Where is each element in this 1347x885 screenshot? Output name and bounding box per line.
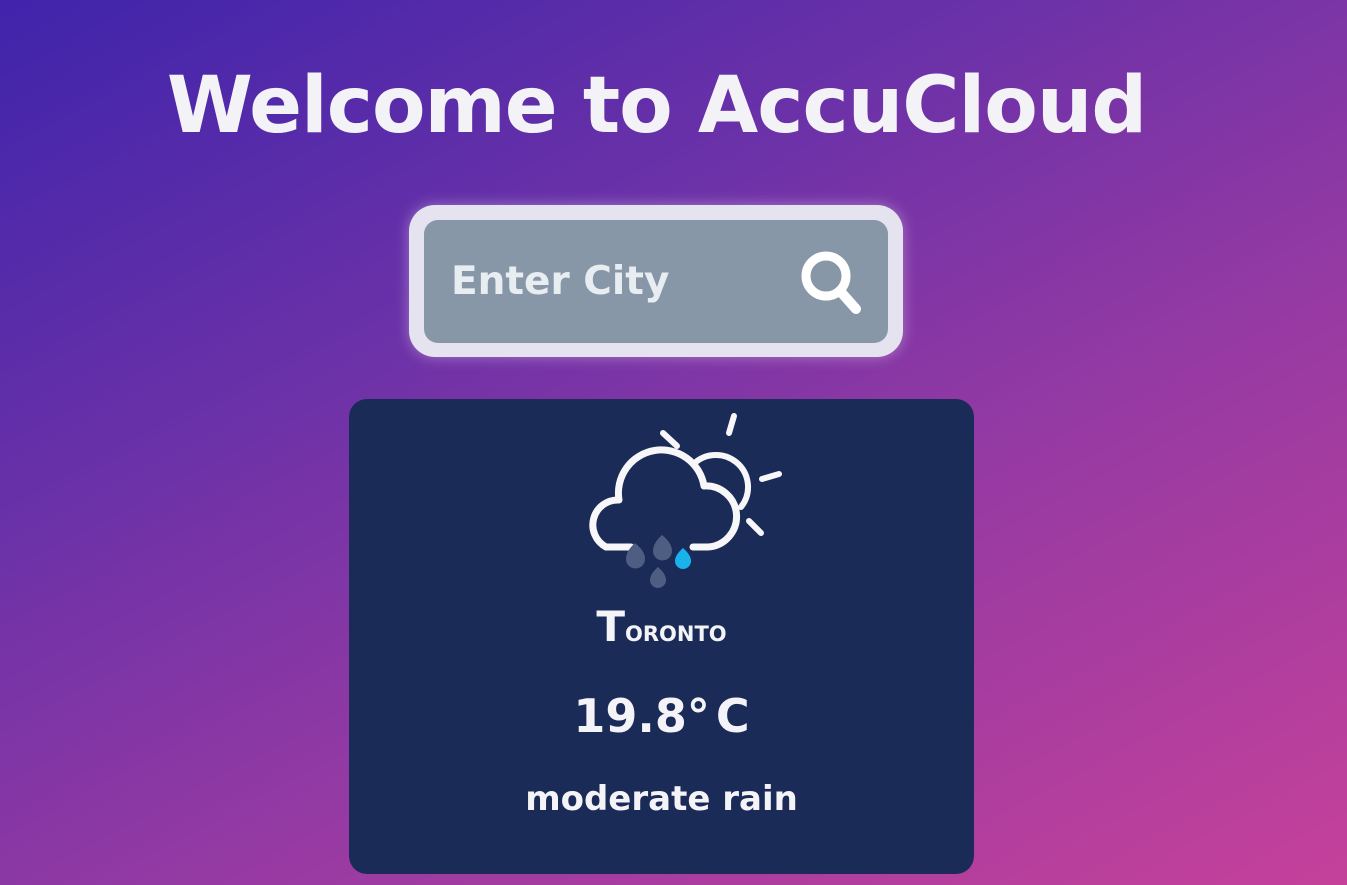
weather-condition: moderate rain [525, 779, 798, 819]
weather-card: Toronto 19.8° C moderate rain [349, 399, 974, 874]
city-name: Toronto [596, 602, 727, 651]
search-button[interactable] [796, 248, 868, 320]
degree-symbol: ° [686, 689, 710, 743]
search-box [424, 220, 888, 343]
temperature-value: 19.8 [573, 689, 687, 743]
search-icon [801, 251, 861, 314]
search-container [409, 205, 903, 357]
partly-cloudy-rain-icon [589, 413, 782, 588]
page-title: Welcome to AccuCloud [166, 61, 1147, 151]
temperature: 19.8° C [349, 689, 974, 743]
search-input[interactable] [424, 220, 784, 343]
temperature-unit: C [715, 689, 750, 743]
